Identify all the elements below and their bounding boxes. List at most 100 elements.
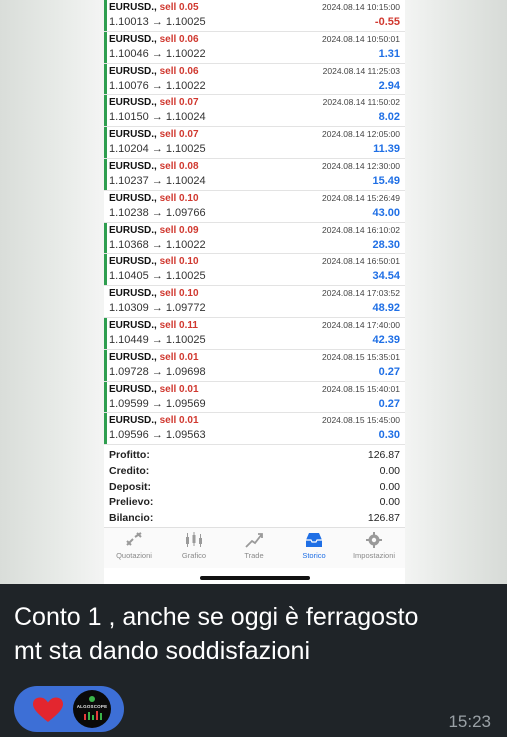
trade-icon <box>245 533 263 548</box>
trade-status-bar <box>104 95 107 127</box>
trade-status-bar <box>104 63 107 95</box>
tab-grafico[interactable]: Grafico <box>164 528 224 568</box>
tab-label: Storico <box>302 551 326 560</box>
trade-row[interactable]: EURUSD., sell 0.10 1.10238 → 1.09766 2024.… <box>104 190 405 223</box>
symbol-name: EURUSD., <box>109 288 157 300</box>
tab-impostazioni[interactable]: Impostazioni <box>344 528 404 568</box>
trade-profit: -0.55 <box>374 16 400 28</box>
symbol-name: EURUSD., <box>109 129 157 141</box>
message-caption: Conto 1 , anche se oggi è ferragosto mt … <box>14 600 494 668</box>
trade-profit: 48.92 <box>372 302 400 315</box>
trade-side: sell 0.10 <box>159 192 199 204</box>
trade-profit: 28.30 <box>372 238 400 251</box>
trade-profit: 34.54 <box>372 270 400 283</box>
summary-label: Deposit: <box>109 480 151 493</box>
trade-side: sell 0.01 <box>159 383 199 395</box>
symbol-name: EURUSD., <box>109 319 157 331</box>
symbol-name: EURUSD., <box>109 2 157 13</box>
symbol-name: EURUSD., <box>109 192 157 204</box>
trade-status-bar <box>104 158 107 190</box>
trade-symbol: EURUSD., sell 0.11 <box>109 320 198 331</box>
trade-symbol: EURUSD., sell 0.07 <box>109 129 199 140</box>
chart-icon <box>186 532 202 547</box>
trade-row[interactable]: EURUSD., sell 0.05 1.10013 → 1.10025 2024.… <box>104 0 405 32</box>
trade-side: sell 0.01 <box>159 351 199 363</box>
trade-symbol: EURUSD., sell 0.01 <box>109 384 199 395</box>
trade-profit: 42.39 <box>372 333 400 346</box>
trade-status-bar <box>104 317 107 349</box>
trade-row[interactable]: EURUSD., sell 0.06 1.10076 → 1.10022 2024.… <box>104 63 405 96</box>
summary-label: Credito: <box>109 464 150 477</box>
trade-row[interactable]: EURUSD., sell 0.06 1.10046 → 1.10022 2024.… <box>104 31 405 64</box>
trade-side: sell 0.07 <box>159 97 199 109</box>
trade-profit: 0.30 <box>378 429 400 442</box>
trade-status-bar <box>104 413 107 445</box>
trade-prices: 1.10204 → 1.10025 <box>109 143 206 156</box>
trade-profit: 2.94 <box>378 79 400 92</box>
summary-row: Deposit: 0.00 <box>104 479 405 495</box>
trade-profit: 43.00 <box>372 206 400 219</box>
symbol-name: EURUSD., <box>109 224 157 236</box>
trade-side: sell 0.08 <box>159 160 199 172</box>
trade-symbol: EURUSD., sell 0.09 <box>109 225 199 236</box>
trade-row[interactable]: EURUSD., sell 0.10 1.10309 → 1.09772 2024.… <box>104 286 405 318</box>
trade-row[interactable]: EURUSD., sell 0.07 1.10150 → 1.10024 2024.… <box>104 95 405 128</box>
trade-symbol: EURUSD., sell 0.08 <box>109 161 199 172</box>
tab-label: Impostazioni <box>352 551 396 560</box>
trade-symbol: EURUSD., sell 0.01 <box>109 352 199 363</box>
trade-row[interactable]: EURUSD., sell 0.01 1.09728 → 1.09698 2024.… <box>104 349 405 382</box>
trade-prices: 1.10237 → 1.10024 <box>109 174 206 187</box>
summary-value: 0.00 <box>379 464 400 477</box>
history-icon <box>306 533 322 547</box>
account-summary: Profitto: 126.87 Credito: 0.00 Deposit: 0.00 P… <box>104 447 405 526</box>
trade-row[interactable]: EURUSD., sell 0.07 1.10204 → 1.10025 2024.… <box>104 127 405 159</box>
trade-row[interactable]: EURUSD., sell 0.09 1.10368 → 1.10022 2024.… <box>104 222 405 255</box>
trade-date: 2024.08.14 15:26:49 <box>322 192 400 203</box>
trade-row[interactable]: EURUSD., sell 0.01 1.09596 → 1.09563 2024.… <box>104 413 405 446</box>
message-time: 15:23 <box>448 712 491 731</box>
caption-line: mt sta dando soddisfazioni <box>14 637 311 665</box>
trade-list: EURUSD., sell 0.05 1.10013 → 1.10025 2024.… <box>104 0 405 446</box>
avatar[interactable]: ALGOSCOPE <box>73 690 111 728</box>
trade-row[interactable]: EURUSD., sell 0.10 1.10405 → 1.10025 2024.… <box>104 254 405 287</box>
trade-row[interactable]: EURUSD., sell 0.11 1.10449 → 1.10025 2024.… <box>104 317 405 350</box>
trade-status-bar <box>104 254 107 286</box>
trade-date: 2024.08.14 12:05:00 <box>322 129 400 140</box>
trade-symbol: EURUSD., sell 0.10 <box>109 256 199 267</box>
caption-line: Conto 1 , anche se oggi è ferragosto <box>14 603 419 631</box>
trade-date: 2024.08.14 11:25:03 <box>322 65 400 76</box>
tab-quotazioni[interactable]: Quotazioni <box>104 528 164 568</box>
trade-status-bar <box>104 349 107 381</box>
trade-profit: 1.31 <box>378 47 400 60</box>
trade-prices: 1.09728 → 1.09698 <box>109 365 206 378</box>
trade-side: sell 0.10 <box>159 256 199 268</box>
tab-storico[interactable]: Storico <box>284 528 344 568</box>
trade-prices: 1.10013 → 1.10025 <box>109 16 206 28</box>
trade-status-bar <box>104 31 107 63</box>
reaction-bubble[interactable]: ALGOSCOPE <box>14 686 124 732</box>
tab-trade[interactable]: Trade <box>224 528 284 568</box>
summary-value: 0.00 <box>379 480 400 493</box>
trade-side: sell 0.01 <box>159 415 199 427</box>
trade-profit: 11.39 <box>373 143 400 156</box>
trade-row[interactable]: EURUSD., sell 0.08 1.10237 → 1.10024 2024.… <box>104 158 405 191</box>
trade-symbol: EURUSD., sell 0.05 <box>109 2 199 13</box>
trade-row[interactable]: EURUSD., sell 0.01 1.09599 → 1.09569 2024.… <box>104 381 405 414</box>
trade-prices: 1.10368 → 1.10022 <box>109 238 206 251</box>
tab-label: Trade <box>244 551 264 560</box>
avatar-text: ALGOSCOPE <box>76 704 108 709</box>
trade-status-bar <box>104 286 107 317</box>
trade-side: sell 0.07 <box>159 129 199 141</box>
trade-prices: 1.10309 → 1.09772 <box>109 302 206 315</box>
trade-prices: 1.09596 → 1.09563 <box>109 429 206 442</box>
trade-date: 2024.08.14 10:15:00 <box>322 2 400 12</box>
heart-icon <box>33 697 63 722</box>
symbol-name: EURUSD., <box>109 351 157 363</box>
trade-date: 2024.08.14 10:50:01 <box>322 33 400 44</box>
tab-bar: Quotazioni Grafico Trade Storico Imposta… <box>104 527 405 568</box>
trade-side: sell 0.06 <box>159 65 199 77</box>
trade-date: 2024.08.15 15:40:01 <box>322 383 400 394</box>
trade-status-bar <box>104 381 107 413</box>
trade-prices: 1.09599 → 1.09569 <box>109 397 206 410</box>
trade-prices: 1.10150 → 1.10024 <box>109 111 206 124</box>
